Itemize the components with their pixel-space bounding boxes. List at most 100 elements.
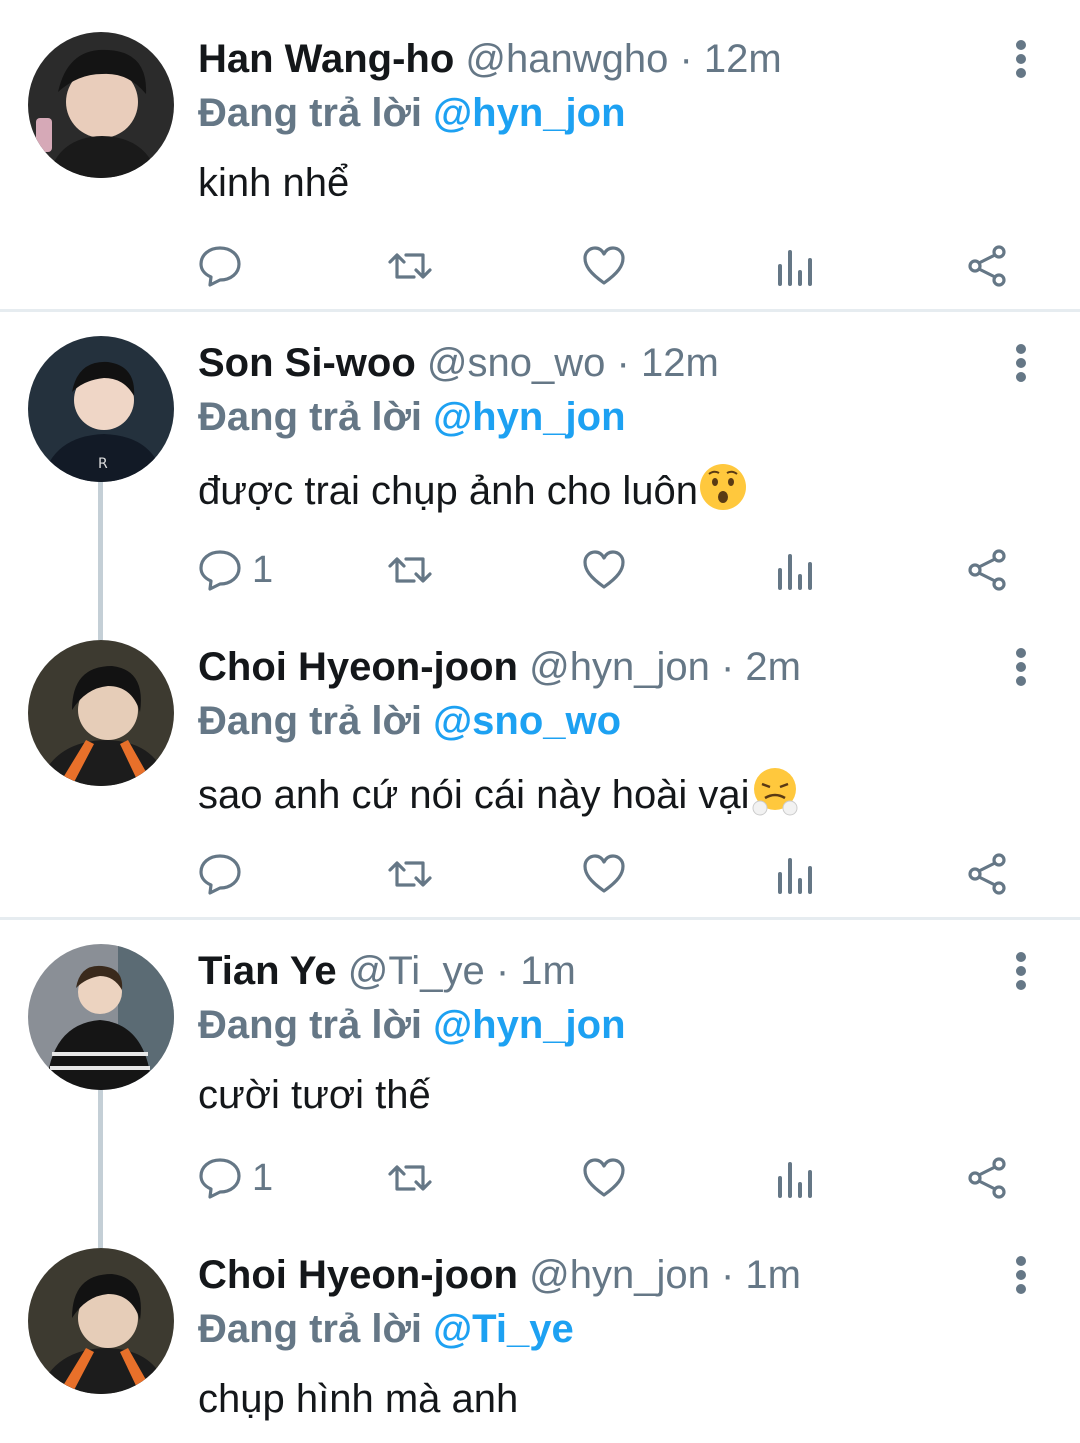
timestamp[interactable]: 1m — [520, 949, 576, 993]
reply-context: Đang trả lời @hyn_jon — [198, 392, 626, 442]
reply-icon — [199, 1158, 241, 1199]
more-vertical-icon[interactable] — [1004, 946, 1038, 996]
handle[interactable]: @hyn_jon — [529, 1253, 710, 1297]
display-name[interactable]: Han Wang-ho — [198, 37, 454, 81]
action-bar — [0, 844, 1080, 904]
reply-prefix: Đang trả lời — [198, 395, 423, 439]
avatar[interactable] — [28, 640, 174, 786]
reply-button[interactable] — [198, 844, 252, 904]
analytics-icon — [778, 250, 812, 286]
handle[interactable]: @Ti_ye — [348, 949, 485, 993]
reply-context: Đang trả lời @sno_wo — [198, 696, 621, 746]
share-button[interactable] — [966, 844, 1010, 904]
timestamp[interactable]: 12m — [641, 341, 719, 385]
tweet-header: Son Si-woo @sno_wo · 12m — [198, 338, 719, 388]
reply-mention[interactable]: @Ti_ye — [433, 1307, 574, 1351]
tweet-header: Han Wang-ho @hanwgho · 12m — [198, 34, 782, 84]
analytics-button[interactable] — [774, 236, 818, 296]
share-icon — [968, 245, 1006, 287]
analytics-button[interactable] — [774, 1148, 818, 1208]
retweet-button[interactable] — [388, 540, 432, 600]
like-button[interactable] — [582, 540, 626, 600]
action-bar: 1 — [0, 540, 1080, 600]
share-button[interactable] — [966, 1148, 1010, 1208]
tweet-text: được trai chụp ảnh cho luôn — [198, 462, 748, 516]
reply-count: 1 — [252, 1156, 274, 1199]
heart-icon — [583, 246, 625, 285]
display-name[interactable]: Tian Ye — [198, 949, 337, 993]
like-button[interactable] — [582, 236, 626, 296]
reply-icon — [199, 246, 241, 287]
analytics-button[interactable] — [774, 540, 818, 600]
more-vertical-icon[interactable] — [1004, 642, 1038, 692]
separator: · — [679, 37, 693, 81]
reply-context: Đang trả lời @hyn_jon — [198, 1000, 626, 1050]
share-icon — [968, 853, 1006, 895]
tweet-text: cười tươi thế — [198, 1070, 431, 1120]
avatar[interactable] — [28, 1248, 174, 1394]
avatar[interactable]: R — [28, 336, 174, 482]
reply-button[interactable]: 1 — [198, 1148, 273, 1208]
display-name[interactable]: Son Si-woo — [198, 341, 416, 385]
reply-count: 1 — [252, 548, 274, 591]
divider — [0, 917, 1080, 920]
handle[interactable]: @sno_wo — [427, 341, 605, 385]
reply-button[interactable] — [198, 236, 252, 296]
reply-mention[interactable]: @hyn_jon — [433, 91, 625, 135]
tweet-header: Choi Hyeon-joon @hyn_jon · 2m — [198, 642, 801, 692]
reply-prefix: Đang trả lời — [198, 699, 423, 743]
display-name[interactable]: Choi Hyeon-joon — [198, 645, 518, 689]
retweet-button[interactable] — [388, 844, 432, 904]
svg-text:R: R — [98, 456, 108, 472]
retweet-button[interactable] — [388, 1148, 432, 1208]
separator: · — [720, 1253, 735, 1297]
tweet-text: chụp hình mà anh — [198, 1374, 518, 1424]
reply-mention[interactable]: @sno_wo — [433, 699, 621, 743]
tweet-text-content: được trai chụp ảnh cho luôn — [198, 469, 698, 513]
reply-prefix: Đang trả lời — [198, 1003, 423, 1047]
reply-button[interactable]: 1 — [198, 540, 273, 600]
action-bar — [0, 236, 1080, 296]
tweet-text-content: kinh nhể — [198, 161, 350, 205]
like-button[interactable] — [582, 1148, 626, 1208]
tweet-text-content: chụp hình mà anh — [198, 1377, 519, 1421]
tweet-text-content: cười tươi thế — [198, 1073, 431, 1117]
hushed-face-emoji — [699, 464, 746, 510]
analytics-button[interactable] — [774, 844, 818, 904]
tweet-header: Tian Ye @Ti_ye · 1m — [198, 946, 576, 996]
steam-nose-face-emoji — [752, 768, 798, 816]
share-icon — [968, 549, 1006, 591]
reply-prefix: Đang trả lời — [198, 91, 423, 135]
reply-icon — [199, 550, 241, 591]
retweet-button[interactable] — [388, 236, 432, 296]
tweet-header: Choi Hyeon-joon @hyn_jon · 1m — [198, 1250, 801, 1300]
share-button[interactable] — [966, 236, 1010, 296]
avatar[interactable] — [28, 32, 174, 178]
separator: · — [616, 341, 630, 385]
avatar[interactable] — [28, 944, 174, 1090]
tweet-text: sao anh cứ nói cái này hoài vại — [198, 766, 800, 820]
share-button[interactable] — [966, 540, 1010, 600]
action-bar: 1 — [0, 1148, 1080, 1208]
display-name[interactable]: Choi Hyeon-joon — [198, 1253, 518, 1297]
retweet-icon — [388, 861, 432, 887]
handle[interactable]: @hyn_jon — [529, 645, 710, 689]
handle[interactable]: @hanwgho — [465, 37, 668, 81]
timestamp[interactable]: 12m — [704, 37, 782, 81]
like-button[interactable] — [582, 844, 626, 904]
retweet-icon — [388, 253, 432, 279]
share-icon — [968, 1157, 1006, 1199]
reply-prefix: Đang trả lời — [198, 1307, 423, 1351]
more-vertical-icon[interactable] — [1004, 338, 1038, 388]
analytics-icon — [778, 1162, 812, 1198]
reply-mention[interactable]: @hyn_jon — [433, 395, 625, 439]
tweet-text-content: sao anh cứ nói cái này hoài vại — [198, 773, 750, 817]
timestamp[interactable]: 2m — [745, 645, 801, 689]
timestamp[interactable]: 1m — [745, 1253, 801, 1297]
more-vertical-icon[interactable] — [1004, 34, 1038, 84]
reply-mention[interactable]: @hyn_jon — [433, 1003, 625, 1047]
reply-context: Đang trả lời @Ti_ye — [198, 1304, 574, 1354]
retweet-icon — [388, 557, 432, 583]
more-vertical-icon[interactable] — [1004, 1250, 1038, 1300]
separator: · — [495, 949, 510, 993]
